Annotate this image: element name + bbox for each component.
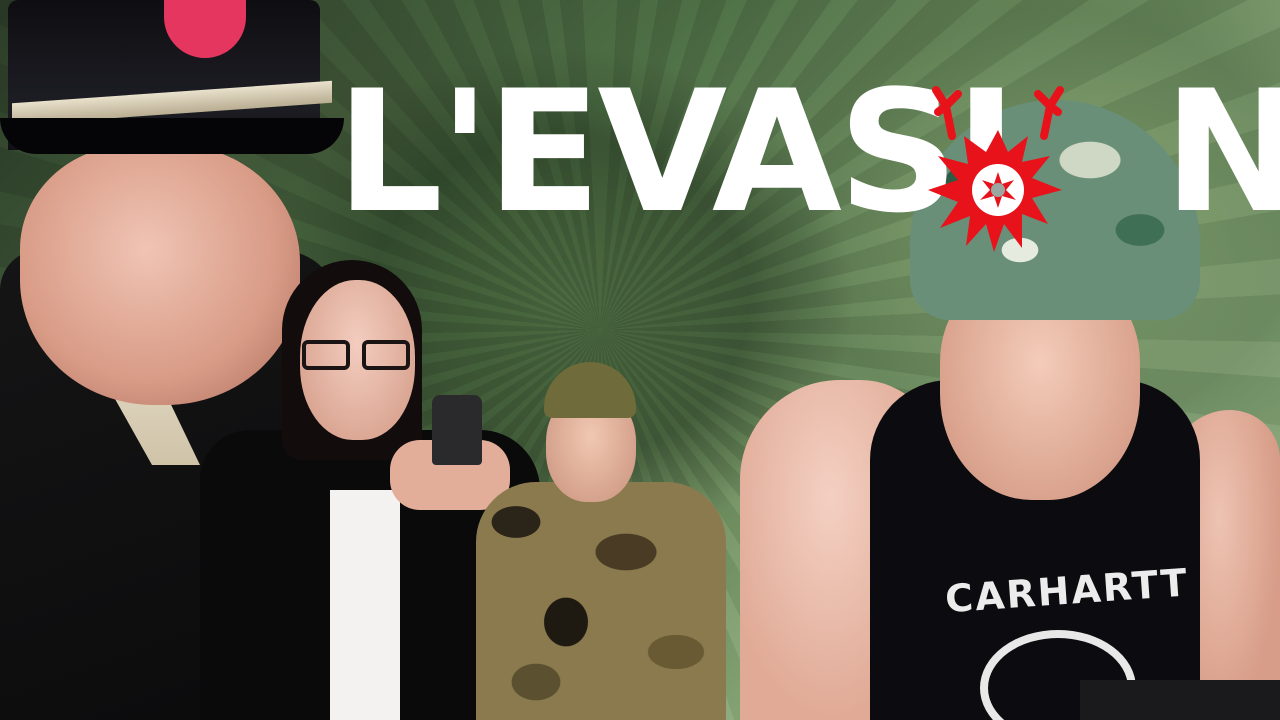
video-title: L'EVASI N	[336, 62, 1280, 252]
explosion-icon	[928, 86, 1064, 252]
thumbnail: CARHARTT L'EVASI N	[0, 0, 1280, 720]
beanie-hat	[544, 362, 636, 418]
title-text: L'EVASI N	[336, 62, 1280, 242]
woman-white-shirt	[330, 490, 400, 720]
pistol-icon	[432, 395, 482, 465]
camouflage-jacket-figure	[476, 362, 726, 720]
glasses-icon	[300, 340, 420, 372]
camouflage-jacket	[476, 482, 726, 720]
title-text-start: L'EVASI	[336, 54, 1017, 250]
kepi-visor	[0, 118, 344, 154]
gun-barrel	[1080, 680, 1280, 720]
title-text-end: N	[1163, 54, 1280, 250]
